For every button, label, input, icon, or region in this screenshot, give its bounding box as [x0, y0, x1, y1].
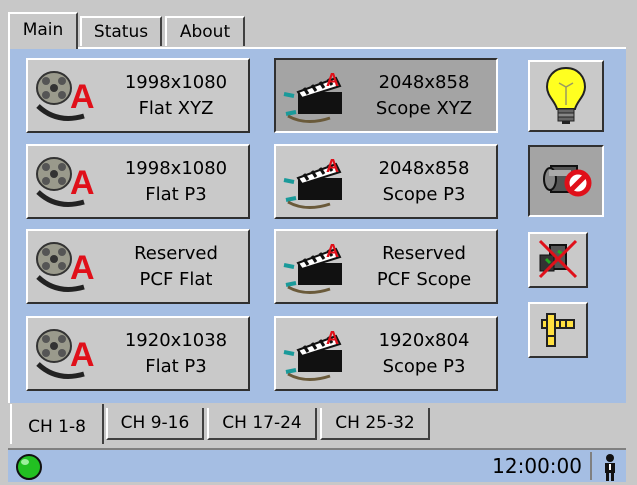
preset-label: 2048x858 Scope P3: [378, 158, 470, 205]
preset-label: Reserved PCF Flat: [134, 243, 218, 290]
svg-text:A: A: [326, 70, 339, 90]
preset-label: Reserved PCF Scope: [376, 243, 472, 290]
tab-main-label: Main: [22, 19, 64, 40]
lightbulb-icon: [545, 66, 587, 124]
focus-tool-icon: [541, 313, 575, 347]
film-reel-flat-icon: A: [36, 329, 95, 379]
svg-text:A: A: [70, 164, 95, 202]
preset-label: 1998x1080 Flat P3: [124, 158, 228, 205]
lamp-button[interactable]: [528, 60, 604, 132]
user-icon[interactable]: [600, 453, 620, 481]
preset-label: 1920x804 Scope P3: [378, 330, 470, 377]
svg-text:A: A: [326, 156, 339, 176]
clock-time: 12:00:00: [492, 454, 582, 478]
preset-label: 1920x1038 Flat P3: [124, 330, 228, 377]
preset-flat-p3-1920-button[interactable]: A 1920x1038 Flat P3: [26, 316, 250, 391]
tab-ch-25-32-label: CH 25-32: [335, 413, 415, 433]
tab-ch-1-8[interactable]: CH 1-8: [10, 404, 104, 444]
svg-text:A: A: [326, 328, 339, 348]
tab-about-label: About: [179, 22, 231, 42]
tab-about[interactable]: About: [165, 16, 245, 46]
film-scope-icon: A: [283, 241, 342, 294]
svg-text:A: A: [70, 78, 95, 116]
projector-off-button[interactable]: [528, 145, 604, 217]
tab-ch-17-24-label: CH 17-24: [222, 413, 302, 433]
status-led-icon: [16, 454, 42, 480]
no-projector-button[interactable]: [528, 232, 588, 288]
preset-scope-p3-1920-button[interactable]: A 1920x804 Scope P3: [274, 316, 498, 391]
preset-flat-xyz-1998-button[interactable]: A 1998x1080 Flat XYZ: [26, 58, 250, 133]
svg-text:A: A: [70, 249, 95, 287]
status-bar: 12:00:00: [8, 448, 626, 482]
tab-status[interactable]: Status: [80, 16, 162, 46]
tab-status-label: Status: [93, 22, 149, 42]
tab-ch-25-32[interactable]: CH 25-32: [320, 408, 430, 440]
preset-scope-p3-2048-button[interactable]: A 2048x858 Scope P3: [274, 144, 498, 219]
projector-disabled-icon: [543, 165, 592, 197]
tab-ch-17-24[interactable]: CH 17-24: [207, 408, 317, 440]
film-scope-icon: A: [283, 156, 342, 209]
film-reel-flat-icon: A: [36, 71, 95, 121]
preset-label: 2048x858 Scope XYZ: [375, 72, 473, 119]
film-reel-flat-icon: A: [36, 157, 95, 207]
no-projector-icon: [538, 239, 578, 279]
focus-tool-button[interactable]: [528, 302, 588, 358]
preset-label: 1998x1080 Flat XYZ: [124, 72, 228, 119]
tab-ch-9-16-label: CH 9-16: [120, 413, 190, 433]
svg-text:A: A: [70, 336, 95, 374]
preset-flat-p3-1998-button[interactable]: A 1998x1080 Flat P3: [26, 144, 250, 219]
preset-scope-xyz-2048-button[interactable]: A 2048x858 Scope XYZ: [274, 58, 498, 133]
film-scope-icon: A: [283, 70, 342, 123]
film-scope-icon: A: [283, 328, 342, 381]
tab-ch-1-8-label: CH 1-8: [28, 417, 86, 437]
tab-main[interactable]: Main: [8, 12, 78, 49]
tab-ch-9-16[interactable]: CH 9-16: [106, 408, 204, 440]
preset-pcf-flat-button[interactable]: A Reserved PCF Flat: [26, 229, 250, 304]
svg-text:A: A: [326, 241, 339, 261]
status-divider: [590, 452, 592, 480]
film-reel-flat-icon: A: [36, 242, 95, 292]
preset-pcf-scope-button[interactable]: A Reserved PCF Scope: [274, 229, 498, 304]
